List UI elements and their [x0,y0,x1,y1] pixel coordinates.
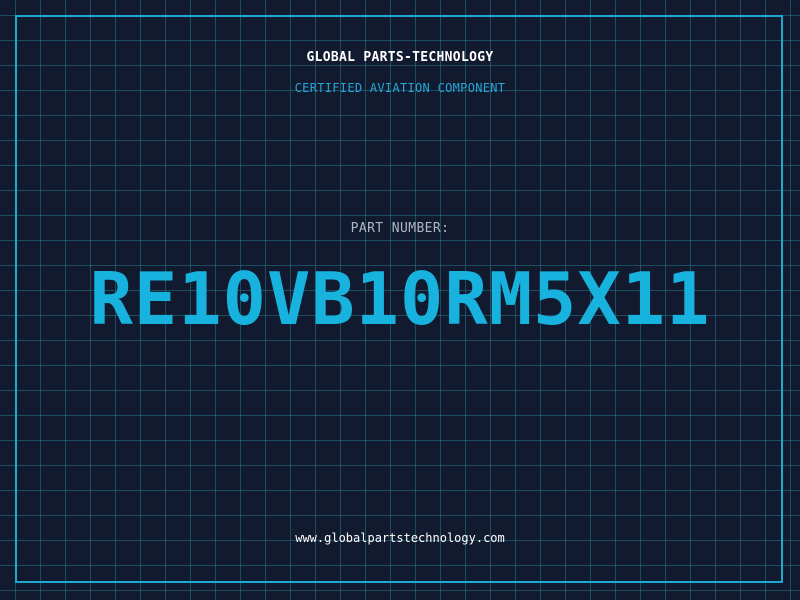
website-url: www.globalpartstechnology.com [295,531,505,545]
company-name: GLOBAL PARTS-TECHNOLOGY [306,50,494,65]
part-number-label: PART NUMBER: [350,221,450,236]
certification-subtitle: CERTIFIED AVIATION COMPONENT [294,81,506,95]
part-number-value: RE10VB10RM5X11 [89,257,711,341]
